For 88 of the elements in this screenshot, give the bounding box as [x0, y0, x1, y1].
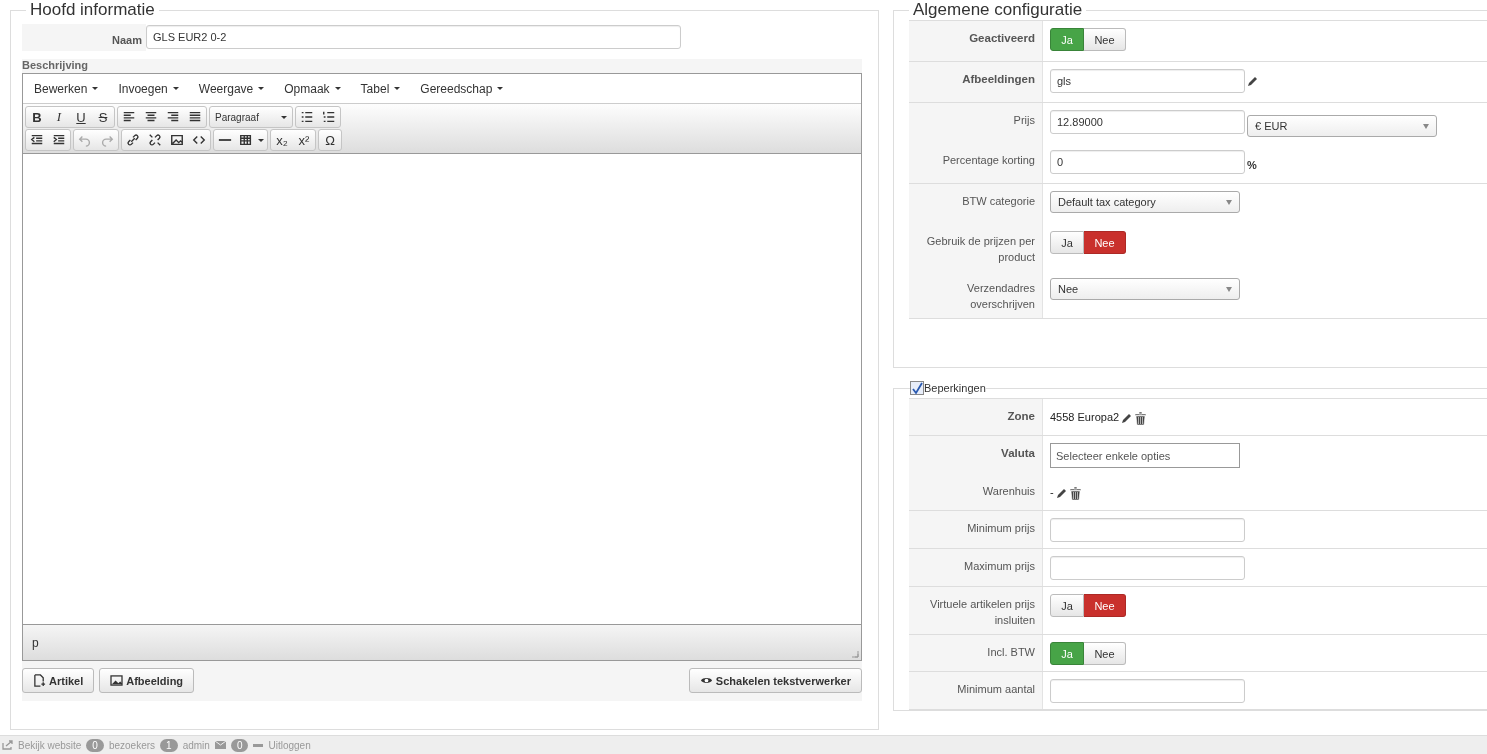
field-label: Warenhuis: [909, 474, 1043, 510]
field-label: Verzendadres overschrijven: [909, 271, 1043, 318]
text-field[interactable]: [1050, 556, 1245, 580]
yes-button[interactable]: Ja: [1050, 231, 1084, 254]
indent-icon: [52, 133, 66, 147]
field-label: Prijs: [909, 103, 1043, 143]
field-label: Maximum prijs: [909, 549, 1043, 586]
count-badge: 0: [86, 738, 104, 752]
field-label: Minimum prijs: [909, 511, 1043, 548]
menu-item[interactable]: Gereedschap: [413, 81, 511, 96]
edit-icon[interactable]: [1121, 412, 1134, 424]
field-label: Naam: [22, 24, 146, 51]
resize-grip-icon[interactable]: [851, 650, 859, 658]
unit-label: %: [1247, 159, 1257, 171]
bullet-list-icon: [300, 110, 314, 124]
image-icon: [110, 675, 124, 686]
format-dropdown[interactable]: Paragraaf: [210, 107, 292, 127]
delete-icon[interactable]: [1069, 487, 1081, 500]
count-badge: 1: [160, 738, 178, 752]
align-center-icon: [144, 110, 158, 124]
delete-icon[interactable]: [1135, 412, 1147, 425]
field-value: 4558 Europa2: [1050, 411, 1120, 423]
field-label: Percentage korting: [909, 143, 1043, 183]
menu-item[interactable]: Tabel: [353, 81, 408, 96]
field-label: Zone: [909, 399, 1043, 435]
code-icon: [192, 133, 206, 147]
table-icon: [239, 133, 253, 147]
image-button[interactable]: Afbeelding: [99, 668, 195, 693]
no-button[interactable]: Nee: [1084, 594, 1126, 617]
field-label: Geactiveerd: [909, 21, 1043, 61]
undo-icon: [78, 133, 92, 147]
check-icon: [911, 381, 923, 395]
menu-item[interactable]: Bewerken: [27, 81, 106, 96]
panel-title: Algemene configuratie: [912, 0, 1084, 20]
no-button[interactable]: Nee: [1084, 231, 1126, 254]
panel-title: Hoofd informatie: [29, 0, 156, 20]
numbered-list-icon: [322, 110, 336, 124]
select-field[interactable]: Default tax category: [1050, 191, 1240, 213]
article-button[interactable]: Artikel: [22, 668, 95, 693]
field-label: Afbeeldingen: [909, 62, 1043, 102]
text-field[interactable]: gls: [1050, 69, 1245, 93]
field-label: Incl. BTW: [909, 635, 1043, 671]
checkbox[interactable]: [910, 381, 924, 395]
field-value: -: [1050, 486, 1054, 498]
italic-button[interactable]: I: [48, 107, 70, 127]
text-field[interactable]: [1050, 679, 1245, 703]
select-field[interactable]: Nee: [1050, 278, 1240, 300]
bold-button[interactable]: B: [26, 107, 48, 127]
count-badge: 0: [230, 738, 249, 752]
justify-icon: [188, 110, 202, 124]
element-path: p: [32, 635, 39, 650]
field-label: Virtuele artikelen prijs insluiten: [909, 587, 1043, 634]
underline-button[interactable]: U: [70, 107, 92, 127]
yes-button[interactable]: Ja: [1050, 594, 1084, 617]
link-icon: [126, 133, 140, 147]
no-button[interactable]: Nee: [1084, 642, 1126, 665]
subscript-button[interactable]: x₂: [271, 130, 293, 150]
toggle-editor-button[interactable]: Schakelen tekstverwerker: [688, 668, 862, 693]
edit-icon[interactable]: [1055, 487, 1068, 499]
text-field[interactable]: [1050, 518, 1245, 542]
text-field[interactable]: 12.89000: [1050, 110, 1245, 134]
strike-button[interactable]: S: [92, 107, 114, 127]
field-label: Valuta: [909, 436, 1043, 474]
menu-item[interactable]: Weergave: [191, 81, 272, 96]
field-label: BTW categorie: [909, 184, 1043, 224]
no-button[interactable]: Nee: [1084, 28, 1126, 51]
image-icon: [170, 133, 184, 147]
menu-item[interactable]: Invoegen: [111, 81, 186, 96]
external-link-icon: [2, 740, 13, 750]
outdent-icon: [30, 133, 44, 147]
menu-item[interactable]: Opmaak: [277, 81, 348, 96]
field-label: Minimum aantal: [909, 672, 1043, 709]
redo-icon: [100, 133, 114, 147]
field-label: Beschrijving: [22, 59, 90, 71]
currency-select[interactable]: € EUR: [1247, 115, 1437, 137]
edit-icon[interactable]: [1247, 75, 1259, 87]
symbol-button[interactable]: Ω: [319, 130, 341, 150]
panel-title: Beperkingen: [924, 381, 986, 396]
text-field[interactable]: 0: [1050, 150, 1245, 174]
name-field[interactable]: GLS EUR2 0-2: [146, 25, 681, 49]
eye-icon: [699, 676, 713, 685]
align-left-icon: [122, 110, 136, 124]
unlink-icon: [148, 133, 162, 147]
superscript-button[interactable]: x²: [293, 130, 315, 150]
align-right-icon: [166, 110, 180, 124]
field-label: Gebruik de prijzen per product: [909, 224, 1043, 271]
multiselect-field[interactable]: Selecteer enkele opties: [1050, 443, 1240, 468]
document-plus-icon: [33, 674, 46, 687]
